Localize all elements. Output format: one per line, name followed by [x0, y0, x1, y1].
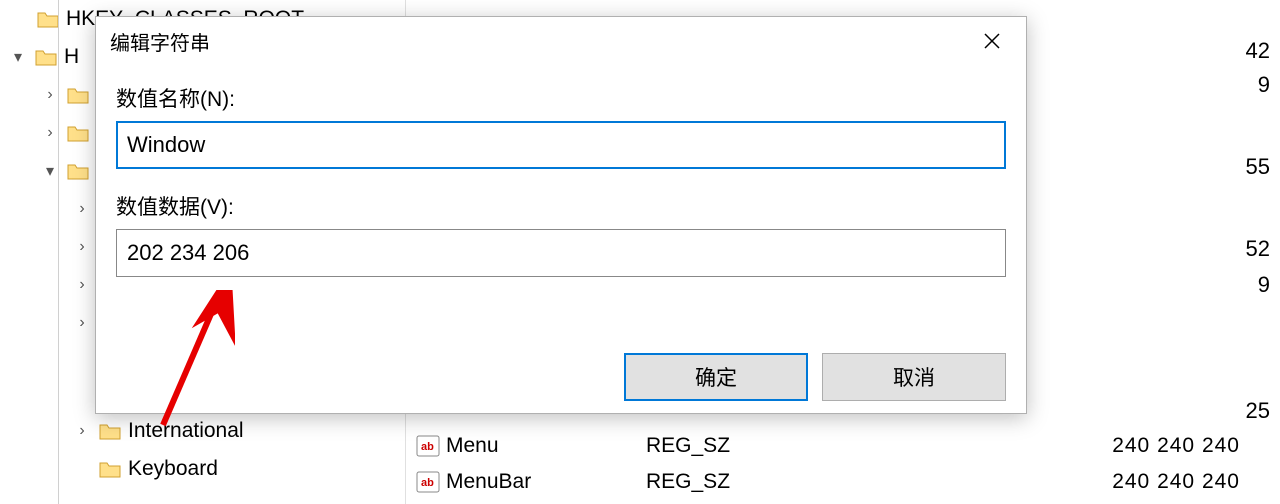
- value-type: REG_SZ: [646, 434, 856, 458]
- tree-row[interactable]: › International: [0, 412, 405, 450]
- value-type: REG_SZ: [646, 470, 856, 494]
- folder-icon: [98, 459, 122, 479]
- list-item[interactable]: ab MenuBar REG_SZ 240 240 240: [406, 464, 1280, 500]
- folder-icon: [66, 161, 90, 181]
- dialog-body: 数值名称(N): 数值数据(V):: [96, 65, 1026, 277]
- tree-label: H: [64, 45, 79, 69]
- value-name: MenuBar: [446, 470, 646, 494]
- string-value-icon: ab: [414, 434, 442, 458]
- string-value-icon: ab: [414, 470, 442, 494]
- tree-label: International: [128, 419, 244, 443]
- dialog-actions: 确定 取消: [624, 353, 1006, 401]
- dialog-title: 编辑字符串: [110, 27, 210, 56]
- tree-row[interactable]: Keyboard: [0, 450, 405, 488]
- dialog-titlebar: 编辑字符串: [96, 17, 1026, 65]
- value-name-label: 数值名称(N):: [116, 83, 1006, 113]
- chevron-right-icon[interactable]: ›: [72, 314, 92, 332]
- peek-value: 42: [1246, 38, 1270, 64]
- value-name-block: 数值名称(N):: [116, 83, 1006, 169]
- chevron-right-icon[interactable]: ›: [72, 238, 92, 256]
- close-icon: [983, 32, 1001, 50]
- peek-value: 55: [1246, 154, 1270, 180]
- chevron-right-icon[interactable]: ›: [72, 276, 92, 294]
- value-data-label: 数值数据(V):: [116, 191, 1006, 221]
- chevron-right-icon[interactable]: ›: [40, 124, 60, 142]
- folder-icon: [36, 9, 60, 29]
- svg-text:ab: ab: [421, 477, 434, 489]
- peek-value: 52: [1246, 236, 1270, 262]
- value-data-block: 数值数据(V):: [116, 191, 1006, 277]
- svg-text:ab: ab: [421, 441, 434, 453]
- folder-icon: [66, 85, 90, 105]
- list-item[interactable]: ab Menu REG_SZ 240 240 240: [406, 428, 1280, 464]
- folder-icon: [34, 47, 58, 67]
- chevron-right-icon[interactable]: ›: [40, 86, 60, 104]
- peek-value: 25: [1246, 398, 1270, 424]
- chevron-down-icon[interactable]: ▾: [40, 161, 60, 181]
- value-data: 240 240 240: [856, 470, 1280, 494]
- chevron-right-icon[interactable]: ›: [72, 200, 92, 218]
- value-data-input[interactable]: [116, 229, 1006, 277]
- value-data: 240 240 240: [856, 434, 1280, 458]
- peek-value: 9: [1258, 72, 1270, 98]
- folder-icon: [66, 123, 90, 143]
- ok-button[interactable]: 确定: [624, 353, 808, 401]
- peek-value: 9: [1258, 272, 1270, 298]
- close-button[interactable]: [972, 21, 1012, 61]
- folder-icon: [98, 421, 122, 441]
- chevron-down-icon[interactable]: ▾: [8, 47, 28, 67]
- edit-string-dialog: 编辑字符串 数值名称(N): 数值数据(V): 确定 取消: [95, 16, 1027, 414]
- value-name: Menu: [446, 434, 646, 458]
- tree-label: Keyboard: [128, 457, 218, 481]
- value-name-input[interactable]: [116, 121, 1006, 169]
- chevron-right-icon[interactable]: ›: [72, 422, 92, 440]
- cancel-button[interactable]: 取消: [822, 353, 1006, 401]
